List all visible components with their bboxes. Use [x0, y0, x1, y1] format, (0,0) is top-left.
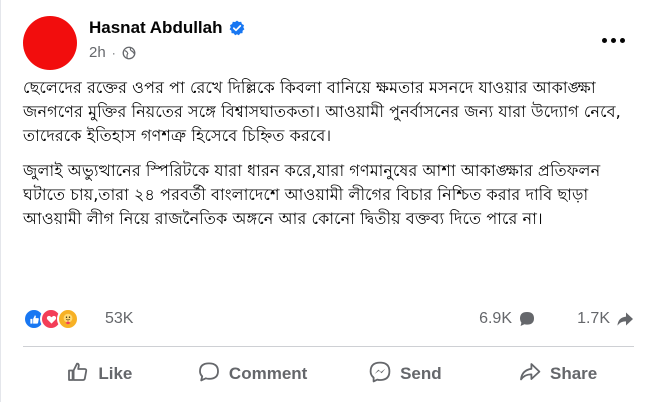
share-button[interactable]: Share	[481, 352, 634, 396]
comment-count-link[interactable]: 6.9K	[479, 310, 536, 328]
comment-button[interactable]: Comment	[176, 352, 329, 396]
meta-separator: ·	[111, 45, 116, 60]
share-icon	[518, 360, 542, 389]
comment-bubble-icon	[518, 310, 536, 328]
author-row: Hasnat Abdullah	[89, 18, 245, 38]
post-text: ছেলেদের রক্তের ওপর পা রেখে দিল্লিকে কিবল…	[23, 76, 634, 242]
care-reaction-icon	[57, 308, 79, 330]
comment-icon	[197, 360, 221, 389]
like-button[interactable]: Like	[23, 352, 176, 396]
post-timestamp[interactable]: 2h	[89, 44, 106, 61]
post-card: Hasnat Abdullah 2h · ছেলেদের রক্তের ওপর …	[0, 0, 648, 402]
share-label: Share	[550, 364, 598, 383]
share-arrow-icon	[616, 310, 634, 328]
avatar[interactable]	[23, 16, 77, 70]
more-options-icon[interactable]	[598, 28, 628, 52]
reaction-count[interactable]: 53K	[105, 310, 133, 328]
divider	[23, 346, 634, 347]
like-label: Like	[98, 364, 133, 383]
author-name[interactable]: Hasnat Abdullah	[89, 18, 223, 38]
share-count-link[interactable]: 1.7K	[577, 310, 634, 328]
action-bar: Like Comment Send Share	[23, 352, 634, 396]
reaction-icons[interactable]	[23, 308, 79, 330]
verified-badge-icon	[229, 20, 245, 36]
reactions-row: 53K 6.9K 1.7K	[23, 306, 634, 334]
globe-icon[interactable]	[122, 46, 136, 60]
share-count: 1.7K	[577, 310, 610, 327]
comment-label: Comment	[228, 364, 308, 383]
messenger-icon	[368, 360, 392, 389]
post-header: Hasnat Abdullah 2h ·	[23, 12, 634, 70]
post-paragraph: জুলাই অভ্যুত্থানের স্পিরিটকে যারা ধারন ক…	[23, 161, 601, 228]
post-paragraph: ছেলেদের রক্তের ওপর পা রেখে দিল্লিকে কিবল…	[23, 78, 621, 145]
send-button[interactable]: Send	[329, 352, 482, 396]
comment-count: 6.9K	[479, 310, 512, 327]
post-meta: 2h ·	[89, 44, 136, 61]
send-label: Send	[400, 364, 442, 383]
thumbs-up-icon	[66, 360, 90, 389]
